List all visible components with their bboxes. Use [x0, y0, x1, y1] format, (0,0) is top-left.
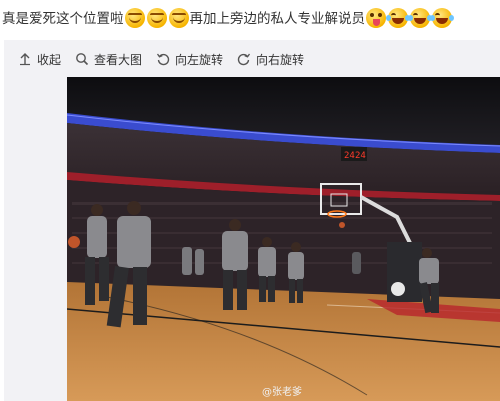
tears-of-joy-emoji-icon	[386, 8, 410, 28]
tears-of-joy-emoji-icon	[430, 8, 454, 28]
sweat-grin-emoji-icon	[146, 8, 167, 28]
sweat-grin-emoji-icon	[124, 8, 145, 28]
sweat-grin-emoji-icon	[168, 8, 189, 28]
collapse-label: 收起	[37, 52, 62, 67]
post-text: 真是爱死这个位置啦 再加上旁边的私人专业解说员	[2, 4, 498, 34]
tears-of-joy-emoji-icon	[408, 8, 432, 28]
tongue-wink-emoji-icon	[366, 8, 386, 28]
shot-clock-right: 24	[355, 151, 366, 161]
media-card: 收起 查看大图 向左旋转 向右旋转 24 24 @张老爹	[4, 40, 500, 401]
shot-clock-left: 24	[344, 151, 355, 161]
rotate-right-label: 向右旋转	[256, 52, 305, 67]
rotate-right-button[interactable]: 向右旋转	[237, 47, 304, 71]
arena-scene: 24 24 @张老爹	[67, 77, 500, 401]
rotate-left-icon	[156, 52, 170, 66]
basketball-arena-photo[interactable]: 24 24 @张老爹	[67, 77, 500, 401]
view-large-label: 查看大图	[94, 52, 143, 67]
rotate-left-label: 向左旋转	[175, 52, 224, 67]
image-toolbar: 收起 查看大图 向左旋转 向右旋转	[4, 40, 500, 78]
view-large-button[interactable]: 查看大图	[75, 47, 142, 71]
rotate-right-icon	[237, 52, 251, 66]
post-text-part2: 再加上旁边的私人专业解说员	[189, 11, 366, 27]
collapse-button[interactable]: 收起	[18, 47, 61, 71]
rotate-left-button[interactable]: 向左旋转	[156, 47, 223, 71]
photo-watermark: @张老爹	[262, 385, 302, 398]
arrow-up-icon	[18, 52, 32, 66]
search-icon	[75, 52, 89, 66]
post-text-part1: 真是爱死这个位置啦	[2, 11, 124, 27]
